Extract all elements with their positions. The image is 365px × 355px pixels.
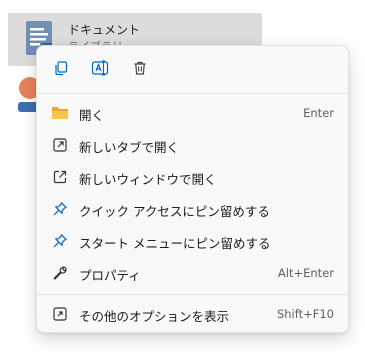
- library-title: ドキュメント: [68, 23, 141, 37]
- menu-item-label: 開く: [79, 108, 105, 123]
- context-menu: 開く Enter 新しいタブで開く 新しいウィンドウで開く クイック アクセスに…: [36, 45, 349, 333]
- menu-item-label: 新しいタブで開く: [79, 140, 180, 155]
- copy-icon: [55, 61, 68, 76]
- menu-item-label: 新しいウィンドウで開く: [79, 172, 217, 187]
- menu-item-shortcut: Alt+Enter: [277, 266, 334, 280]
- menu-item-shortcut: Enter: [303, 106, 334, 120]
- menu-item-label: その他のオプションを表示: [79, 309, 230, 324]
- menu-item-open-new-tab[interactable]: 新しいタブで開く: [41, 130, 344, 160]
- separator: [37, 93, 348, 94]
- open-in-new-window-icon: [51, 168, 69, 186]
- menu-item-label: プロパティ: [79, 268, 141, 283]
- trash-icon: [134, 61, 146, 75]
- folder-icon: [51, 104, 69, 122]
- menu-item-shortcut: Shift+F10: [276, 307, 334, 321]
- copy-button[interactable]: [49, 56, 73, 80]
- menu-item-label: クイック アクセスにピン留めする: [79, 204, 270, 219]
- more-options-icon: [51, 305, 69, 323]
- pin-icon: [51, 200, 69, 218]
- open-in-new-tab-icon: [51, 136, 69, 154]
- menu-item-properties[interactable]: プロパティ Alt+Enter: [41, 258, 344, 288]
- menu-item-show-more-options[interactable]: その他のオプションを表示 Shift+F10: [41, 299, 344, 329]
- rename-icon: [91, 60, 109, 76]
- quick-actions-bar: [37, 46, 348, 92]
- wrench-icon: [51, 264, 69, 282]
- menu-item-open[interactable]: 開く Enter: [41, 98, 344, 128]
- delete-button[interactable]: [128, 56, 152, 80]
- pin-icon: [51, 232, 69, 250]
- menu-item-open-new-window[interactable]: 新しいウィンドウで開く: [41, 162, 344, 192]
- separator: [37, 294, 348, 295]
- menu-item-label: スタート メニューにピン留めする: [79, 236, 271, 251]
- menu-item-pin-quick-access[interactable]: クイック アクセスにピン留めする: [41, 194, 344, 224]
- rename-button[interactable]: [88, 56, 112, 80]
- menu-item-pin-start[interactable]: スタート メニューにピン留めする: [41, 226, 344, 256]
